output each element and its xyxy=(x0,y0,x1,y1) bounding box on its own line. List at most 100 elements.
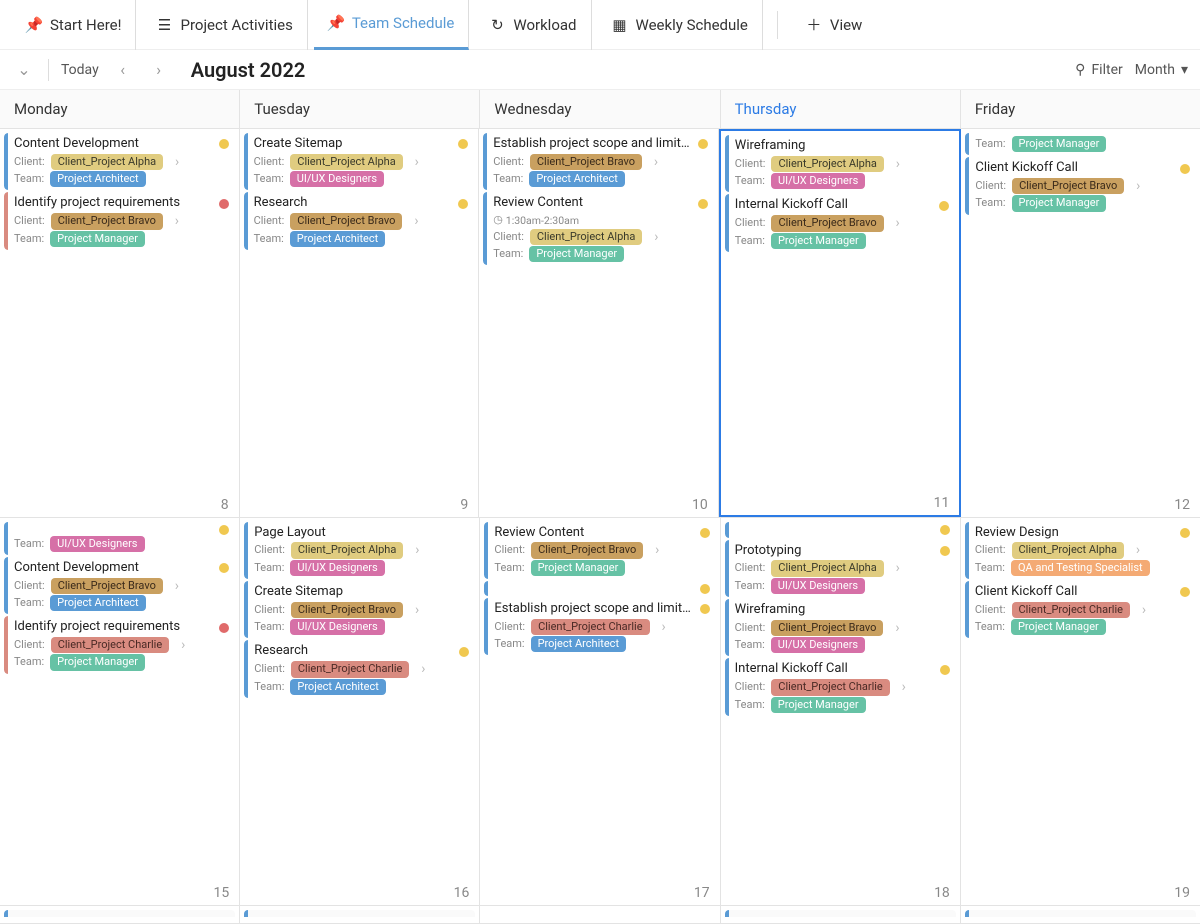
task-title: Page Layout xyxy=(254,525,469,542)
day-cell[interactable]: 22 xyxy=(0,906,240,923)
task-title: Client Kickoff Call xyxy=(975,160,1176,177)
collapse-icon[interactable]: ⌄ xyxy=(12,58,36,82)
today-button[interactable]: Today xyxy=(61,62,99,78)
tab-start-here[interactable]: 📌 Start Here! xyxy=(12,0,136,50)
day-cell[interactable]: Page Layout Client:Client_Project Alpha›… xyxy=(240,518,480,906)
task-card[interactable]: Review Content Client:Client_Project Bra… xyxy=(484,522,715,579)
status-dot-icon xyxy=(219,139,229,149)
status-dot-icon xyxy=(939,201,949,211)
task-card[interactable]: Content Development Client:Client_Projec… xyxy=(4,133,235,190)
task-title: Create Sitemap xyxy=(254,584,469,601)
day-cell[interactable]: Review Content Client:Client_Project Bra… xyxy=(480,518,720,906)
task-card[interactable]: Internal Kickoff Call Client:Client_Proj… xyxy=(725,658,956,715)
client-pill: Client_Project Bravo xyxy=(530,154,642,170)
team-label: Team: xyxy=(975,620,1005,634)
tab-team-schedule[interactable]: 📌 Team Schedule xyxy=(314,0,470,50)
client-label: Client: xyxy=(735,561,766,575)
day-header: Tuesday xyxy=(240,90,480,128)
task-card[interactable]: Client Kickoff Call Client:Client_Projec… xyxy=(965,581,1196,638)
task-card[interactable] xyxy=(725,522,956,538)
day-cell[interactable]: Team:UI/UX Designers Content Development… xyxy=(0,518,240,906)
tab-weekly-schedule[interactable]: ▦ Weekly Schedule xyxy=(598,0,763,50)
status-dot-icon xyxy=(458,199,468,209)
task-card[interactable]: Establish project scope and limitations … xyxy=(483,133,714,190)
task-title: Research xyxy=(254,643,455,660)
task-card[interactable]: Team:Project Manager xyxy=(965,133,1196,155)
status-dot-icon xyxy=(700,584,710,594)
filter-button[interactable]: ⚲ Filter xyxy=(1075,62,1123,78)
day-cell-today[interactable]: Wireframing Client:Client_Project Alpha›… xyxy=(719,129,962,517)
tab-project-activities-label: Project Activities xyxy=(180,16,292,34)
date-number: 10 xyxy=(692,497,708,513)
arrow-right-icon: › xyxy=(408,214,424,230)
client-label: Client: xyxy=(14,214,45,228)
status-dot-icon xyxy=(219,199,229,209)
add-view-button[interactable]: ＋ View xyxy=(792,0,876,50)
team-pill: Project Manager xyxy=(1012,136,1107,152)
task-card[interactable]: Wireframing Client:Client_Project Bravo›… xyxy=(725,599,956,656)
task-card[interactable]: Review Content 1:30am-2:30am Client:Clie… xyxy=(483,192,714,265)
day-cell[interactable]: 24 xyxy=(480,906,720,923)
arrow-right-icon: › xyxy=(1130,543,1146,559)
task-card[interactable]: Page Layout Client:Client_Project Alpha›… xyxy=(244,522,475,579)
date-number: 9 xyxy=(460,497,468,513)
refresh-icon: ↻ xyxy=(489,17,505,33)
tab-project-activities[interactable]: ☰ Project Activities xyxy=(142,0,307,50)
client-pill: Client_Project Charlie xyxy=(771,679,889,695)
day-cell[interactable]: Prototyping Client:Client_Project Alpha›… xyxy=(721,518,961,906)
task-title: Wireframing xyxy=(735,602,950,619)
client-pill: Client_Project Alpha xyxy=(291,542,403,558)
task-card[interactable]: Team:UI/UX Designers xyxy=(4,522,235,555)
day-cell[interactable]: Team:Project Manager Client Kickoff Call… xyxy=(961,129,1200,517)
pin-icon: 📌 xyxy=(328,15,344,31)
tab-workload[interactable]: ↻ Workload xyxy=(475,0,591,50)
status-dot-icon xyxy=(219,525,229,535)
day-cell[interactable]: 25 xyxy=(721,906,961,923)
day-header: Wednesday xyxy=(480,90,720,128)
task-card-stub[interactable] xyxy=(4,910,235,917)
week-row: Team:UI/UX Designers Content Development… xyxy=(0,518,1200,907)
view-mode-select[interactable]: Month ▾ xyxy=(1135,62,1188,78)
arrow-right-icon: › xyxy=(409,543,425,559)
task-card[interactable]: Create Sitemap Client:Client_Project Bra… xyxy=(244,581,475,638)
team-label: Team: xyxy=(254,620,284,634)
client-label: Client: xyxy=(14,579,45,593)
task-card[interactable] xyxy=(484,581,715,596)
client-pill: Client_Project Alpha xyxy=(530,229,642,245)
task-card[interactable]: Research Client:Client_Project Bravo› Te… xyxy=(244,192,475,249)
client-pill: Client_Project Alpha xyxy=(771,156,883,172)
task-card[interactable]: Wireframing Client:Client_Project Alpha›… xyxy=(725,135,956,192)
day-cell[interactable]: Content Development Client:Client_Projec… xyxy=(0,129,240,517)
prev-button[interactable]: ‹ xyxy=(111,58,135,82)
arrow-right-icon: › xyxy=(649,543,665,559)
day-cell[interactable]: 23 xyxy=(240,906,480,923)
next-button[interactable]: › xyxy=(147,58,171,82)
client-label: Client: xyxy=(493,155,524,169)
task-card[interactable]: Prototyping Client:Client_Project Alpha›… xyxy=(725,540,956,597)
day-cell[interactable]: Establish project scope and limitations … xyxy=(479,129,719,517)
task-title: Identify project requirements xyxy=(14,195,215,212)
task-card-stub[interactable] xyxy=(725,910,956,917)
arrow-right-icon: › xyxy=(648,154,664,170)
status-dot-icon xyxy=(700,528,710,538)
task-card-stub[interactable] xyxy=(965,910,1196,917)
task-card[interactable]: Review Design Client:Client_Project Alph… xyxy=(965,522,1196,579)
task-card[interactable]: Content Development Client:Client_Projec… xyxy=(4,557,235,614)
task-card-stub[interactable] xyxy=(244,910,475,917)
arrow-right-icon: › xyxy=(169,578,185,594)
task-card[interactable]: Establish project scope and limitations … xyxy=(484,598,715,655)
day-cell[interactable]: Review Design Client:Client_Project Alph… xyxy=(961,518,1200,906)
arrow-right-icon: › xyxy=(890,561,906,577)
client-pill: Client_Project Bravo xyxy=(51,578,163,594)
task-card[interactable]: Internal Kickoff Call Client:Client_Proj… xyxy=(725,194,956,251)
status-dot-icon xyxy=(458,139,468,149)
day-cell[interactable]: Create Sitemap Client:Client_Project Alp… xyxy=(240,129,480,517)
task-card[interactable]: Identify project requirements Client:Cli… xyxy=(4,616,235,673)
day-cell[interactable]: 26 xyxy=(961,906,1200,923)
task-card[interactable]: Identify project requirements Client:Cli… xyxy=(4,192,235,249)
task-card[interactable]: Research Client:Client_Project Charlie› … xyxy=(244,640,475,697)
task-title: Internal Kickoff Call xyxy=(735,197,936,214)
task-card[interactable]: Create Sitemap Client:Client_Project Alp… xyxy=(244,133,475,190)
task-card[interactable]: Client Kickoff Call Client:Client_Projec… xyxy=(965,157,1196,214)
team-pill: Project Architect xyxy=(531,636,626,652)
